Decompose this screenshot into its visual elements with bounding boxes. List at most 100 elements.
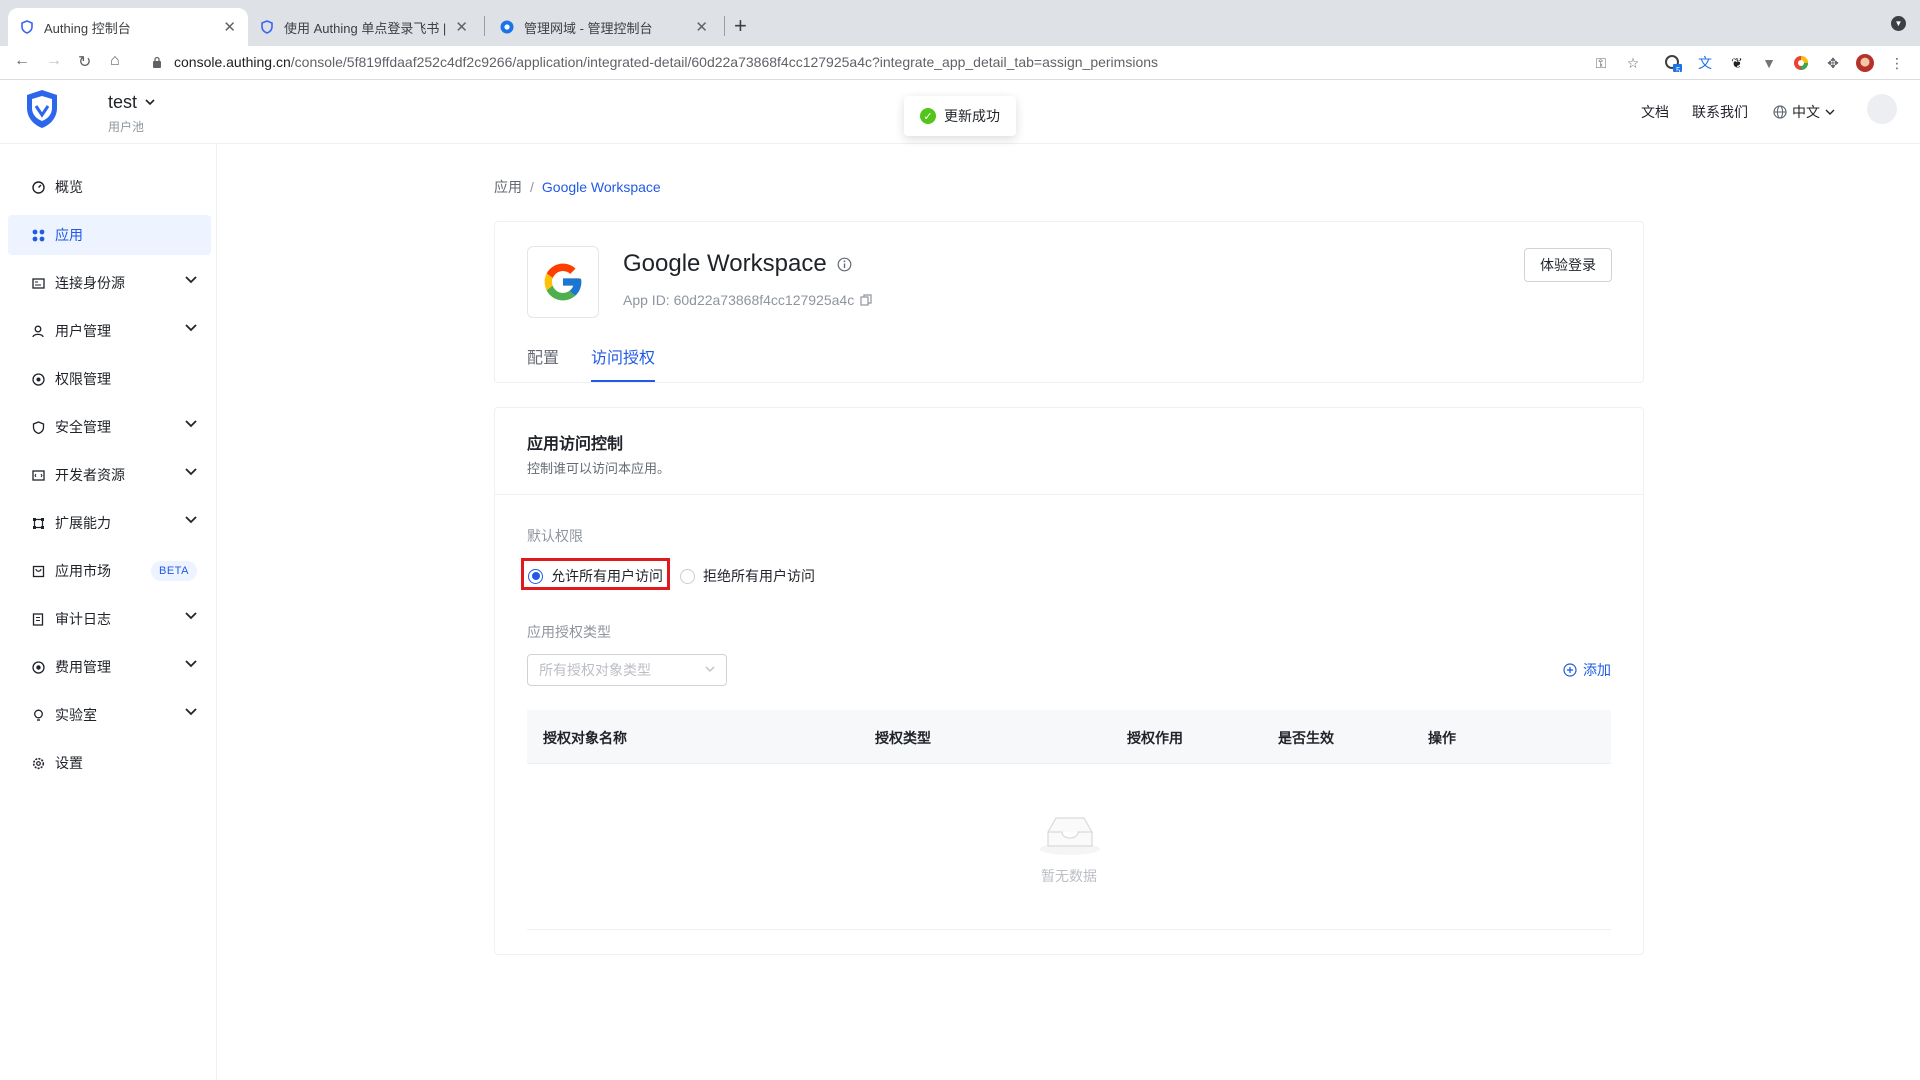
url-path: /console/5f819ffdaaf252c4df2c9266/applic…	[290, 54, 1159, 70]
info-icon[interactable]	[837, 257, 852, 272]
extensions-puzzle-icon[interactable]: ✥	[1824, 54, 1842, 72]
dashboard-icon	[31, 180, 45, 194]
chevron-down-icon	[185, 612, 197, 620]
copy-icon[interactable]	[860, 294, 872, 306]
translate-icon[interactable]: 文	[1696, 54, 1714, 72]
id-card-icon	[31, 276, 45, 290]
app-id: App ID: 60d22a73868f4cc127925a4c	[623, 292, 872, 308]
google-logo-icon	[544, 263, 582, 301]
sidebar-item-audit-log[interactable]: 审计日志	[8, 599, 211, 639]
sidebar-item-marketplace[interactable]: 应用市场 BETA	[8, 551, 211, 591]
extension-v-icon[interactable]: ▼	[1760, 54, 1778, 72]
breadcrumb: 应用 / Google Workspace	[494, 177, 661, 197]
shield-icon	[31, 420, 45, 434]
sidebar-item-identity-sources[interactable]: 连接身份源	[8, 263, 211, 303]
billing-icon	[31, 660, 45, 674]
sidebar-item-applications[interactable]: 应用	[8, 215, 211, 255]
sidebar-item-label: 概览	[55, 179, 83, 195]
forward-icon[interactable]: →	[46, 52, 62, 70]
sidebar-item-developer-resources[interactable]: 开发者资源	[8, 455, 211, 495]
beta-badge: BETA	[151, 561, 197, 581]
column-header: 操作	[1428, 730, 1456, 746]
chevron-down-icon	[185, 324, 197, 332]
home-icon[interactable]: ⌂	[110, 52, 120, 70]
try-login-button[interactable]: 体验登录	[1524, 248, 1612, 282]
sidebar-item-label: 扩展能力	[55, 515, 111, 531]
sidebar-item-permissions[interactable]: 权限管理	[8, 359, 211, 399]
chevron-down-icon	[185, 420, 197, 428]
radio-label: 拒绝所有用户访问	[703, 568, 815, 584]
close-tab-icon[interactable]: ✕	[455, 18, 468, 36]
table-header: 授权对象名称 授权类型 授权作用 是否生效 操作	[527, 710, 1611, 764]
app-id-text: App ID: 60d22a73868f4cc127925a4c	[623, 292, 855, 308]
sidebar-item-billing[interactable]: 费用管理	[8, 647, 211, 687]
profile-avatar-icon[interactable]	[1856, 54, 1874, 72]
browser-tab-authing-console[interactable]: Authing 控制台 ✕	[8, 8, 248, 46]
address-bar[interactable]: console.authing.cn/console/5f819ffdaaf25…	[174, 54, 1158, 70]
add-label: 添加	[1583, 662, 1611, 678]
column-header: 授权作用	[1127, 730, 1183, 746]
chevron-down-icon	[1825, 109, 1835, 115]
language-label: 中文	[1792, 104, 1820, 120]
sidebar-item-label: 实验室	[55, 707, 97, 723]
close-tab-icon[interactable]: ✕	[695, 18, 708, 36]
contact-link[interactable]: 联系我们	[1692, 102, 1748, 122]
browser-menu-icon[interactable]: ⋮	[1888, 54, 1906, 72]
close-tab-icon[interactable]: ✕	[223, 18, 236, 36]
lock-icon[interactable]	[152, 56, 162, 68]
authorization-type-select[interactable]: 所有授权对象类型	[527, 654, 727, 686]
browser-tab-google-admin[interactable]: 管理网域 - 管理控制台 ✕	[488, 8, 720, 46]
back-icon[interactable]: ←	[14, 52, 30, 70]
log-icon	[31, 612, 45, 626]
divider	[495, 494, 1643, 495]
chevron-down-icon	[185, 468, 197, 476]
code-icon	[31, 468, 45, 482]
sidebar-item-label: 应用	[55, 227, 83, 243]
extension-icon	[31, 516, 45, 530]
language-switcher[interactable]: 中文	[1773, 102, 1835, 122]
breadcrumb-separator: /	[530, 179, 534, 195]
docs-link[interactable]: 文档	[1641, 102, 1669, 122]
authorization-type-label: 应用授权类型	[527, 624, 611, 640]
sidebar-item-overview[interactable]: 概览	[8, 167, 211, 207]
sidebar-item-label: 设置	[55, 755, 83, 771]
userpool-switcher[interactable]: test	[108, 92, 155, 113]
breadcrumb-parent[interactable]: 应用	[494, 179, 522, 195]
key-icon[interactable]: ⚿	[1592, 54, 1610, 72]
sidebar-item-security[interactable]: 安全管理	[8, 407, 211, 447]
chevron-down-icon	[145, 99, 155, 106]
add-authorization-button[interactable]: 添加	[1563, 660, 1611, 680]
bookmark-star-icon[interactable]: ☆	[1624, 54, 1642, 72]
sidebar-item-settings[interactable]: 设置	[8, 743, 211, 783]
userpool-name: test	[108, 92, 138, 112]
app-name: Google Workspace	[623, 250, 827, 277]
user-avatar[interactable]	[1867, 94, 1897, 124]
reload-icon[interactable]: ↻	[78, 52, 91, 72]
authing-logo-icon[interactable]	[24, 88, 60, 130]
extension-badge: 5	[1676, 66, 1681, 75]
browser-tab-feishu-sso[interactable]: 使用 Authing 单点登录飞书 | Aut ✕	[248, 8, 480, 46]
extension-color-icon[interactable]	[1792, 54, 1810, 72]
tab-access-authorization[interactable]: 访问授权	[591, 344, 656, 382]
tab-title: 使用 Authing 单点登录飞书 | Aut	[284, 20, 449, 36]
chevron-down-icon	[705, 666, 715, 672]
sidebar-item-lab[interactable]: 实验室	[8, 695, 211, 735]
radio-label: 允许所有用户访问	[551, 568, 663, 584]
new-tab-icon[interactable]: +	[734, 13, 747, 39]
sidebar-item-label: 权限管理	[55, 371, 111, 387]
browser-tab-bar: Authing 控制台 ✕ 使用 Authing 单点登录飞书 | Aut ✕ …	[0, 0, 1920, 46]
plus-circle-icon	[1563, 663, 1577, 677]
tab-title: Authing 控制台	[44, 20, 131, 36]
tab-separator	[484, 16, 485, 36]
tab-config[interactable]: 配置	[527, 344, 559, 382]
tab-search-icon[interactable]: ▼	[1891, 16, 1906, 31]
userpool-label: 用户池	[108, 120, 145, 134]
sidebar-item-label: 开发者资源	[55, 467, 125, 483]
radio-allow-all[interactable]: 允许所有用户访问	[528, 566, 663, 586]
sidebar-item-user-management[interactable]: 用户管理	[8, 311, 211, 351]
radio-deny-all[interactable]: 拒绝所有用户访问	[680, 566, 815, 586]
sidebar-item-extensions[interactable]: 扩展能力	[8, 503, 211, 543]
chevron-down-icon	[185, 708, 197, 716]
extension-bird-icon[interactable]: ❦	[1728, 54, 1746, 72]
section-description: 控制谁可以访问本应用。	[527, 461, 671, 476]
